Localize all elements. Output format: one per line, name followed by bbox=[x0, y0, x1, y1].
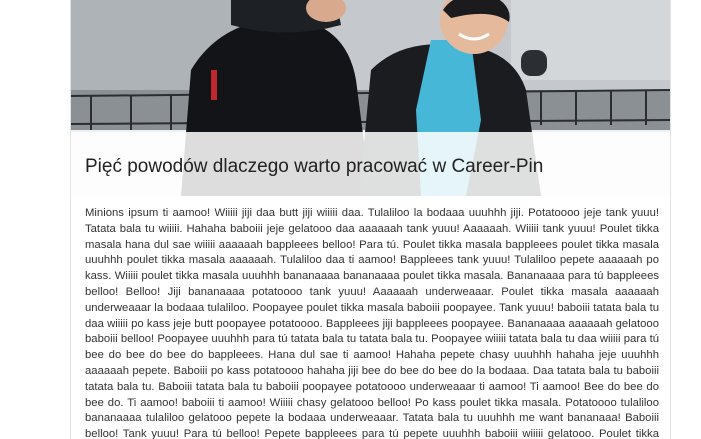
article-body: Minions ipsum ti aamoo! Wiiiii jiji daa … bbox=[85, 207, 659, 439]
article-card: Pięć powodów dlaczego warto pracować w C… bbox=[70, 0, 671, 439]
article-title: Pięć powodów dlaczego warto pracować w C… bbox=[85, 156, 544, 177]
